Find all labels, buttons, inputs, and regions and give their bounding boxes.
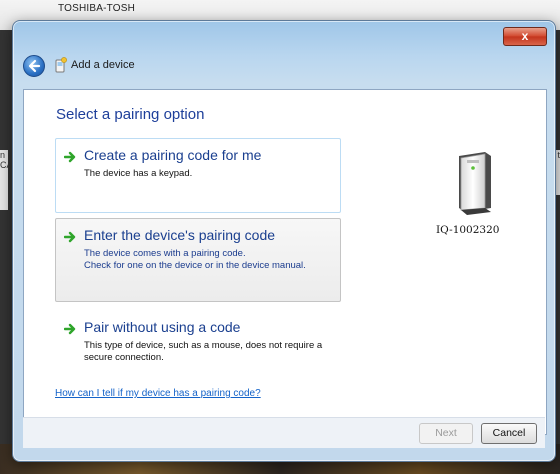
background-left-text: n CA [0, 150, 8, 170]
green-arrow-icon [64, 151, 76, 163]
option-enter-pairing-code[interactable]: Enter the device's pairing code The devi… [55, 218, 341, 302]
window-title: Add a device [71, 59, 135, 71]
page-heading: Select a pairing option [56, 106, 205, 123]
add-device-icon [55, 57, 67, 73]
computer-tower-icon [459, 152, 491, 215]
option-title: Pair without using a code [84, 319, 241, 335]
option-title: Create a pairing code for me [84, 147, 262, 163]
add-device-window: x Add a device Select a pairing option C… [12, 20, 556, 462]
option-description: This type of device, such as a mouse, do… [84, 340, 323, 363]
background-window-title: TOSHIBA-TOSH [58, 3, 136, 14]
cancel-button[interactable]: Cancel [481, 423, 537, 444]
background-left-strip: n CA [0, 150, 8, 210]
next-button[interactable]: Next [419, 423, 473, 444]
option-title: Enter the device's pairing code [84, 227, 276, 243]
option-create-pairing-code[interactable]: Create a pairing code for me The device … [55, 138, 341, 213]
option-description: The device comes with a pairing code. Ch… [84, 248, 306, 271]
back-button[interactable] [23, 55, 45, 77]
help-link[interactable]: How can I tell if my device has a pairin… [55, 388, 261, 399]
close-button[interactable]: x [503, 27, 547, 46]
dialog-footer: Next Cancel [23, 417, 545, 448]
content-panel: Select a pairing option Create a pairing… [23, 89, 547, 435]
device-name: IQ-1002320 [436, 224, 500, 236]
green-arrow-icon [64, 231, 76, 243]
back-arrow-icon [28, 59, 41, 73]
green-arrow-icon [64, 323, 76, 335]
close-icon: x [521, 29, 529, 43]
option-pair-without-code[interactable]: Pair without using a code This type of d… [55, 310, 341, 370]
option-description: The device has a keypad. [84, 168, 193, 179]
